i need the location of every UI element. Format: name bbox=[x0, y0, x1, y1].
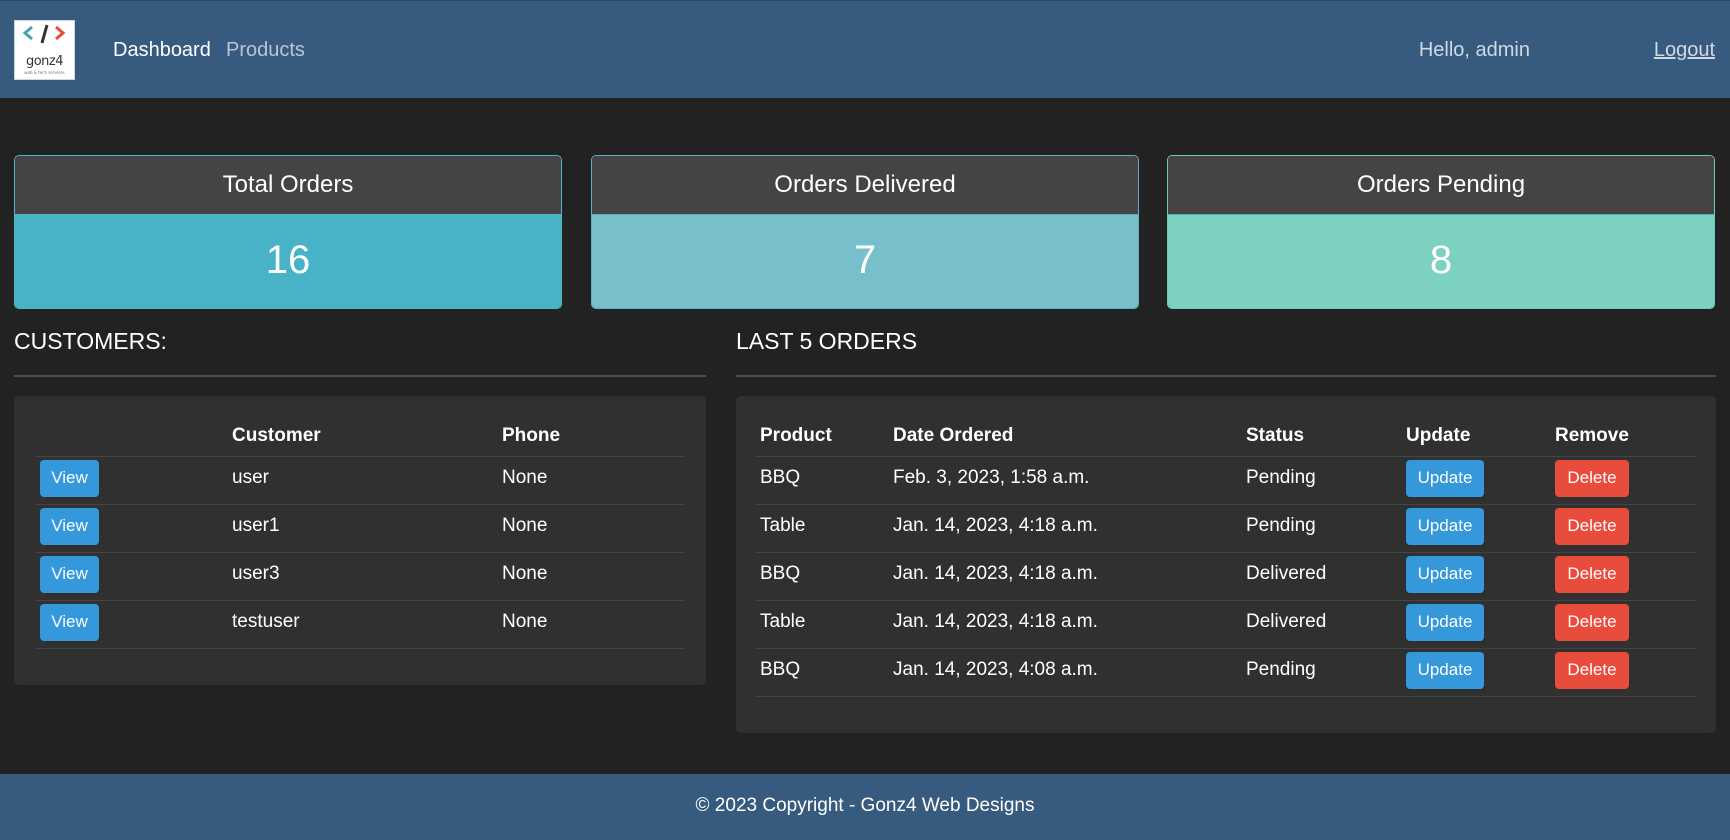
customer-phone: None bbox=[502, 456, 684, 505]
delete-order-button[interactable]: Delete bbox=[1555, 459, 1629, 497]
update-order-button[interactable]: Update bbox=[1406, 651, 1484, 689]
table-header-row: Customer Phone bbox=[36, 396, 684, 457]
column-header-remove: Remove bbox=[1555, 396, 1696, 457]
column-header-date: Date Ordered bbox=[893, 396, 1246, 457]
order-status: Pending bbox=[1246, 648, 1406, 697]
table-row: View user1 None bbox=[36, 504, 684, 553]
customer-name: user3 bbox=[232, 552, 502, 601]
stat-card-value: 7 bbox=[592, 215, 1138, 308]
table-row: View testuser None bbox=[36, 600, 684, 649]
order-status: Delivered bbox=[1246, 552, 1406, 601]
table-row: Table Jan. 14, 2023, 4:18 a.m. Delivered… bbox=[756, 600, 1696, 649]
stat-card-orders-delivered: Orders Delivered 7 bbox=[591, 155, 1139, 309]
nav-dashboard-link[interactable]: Dashboard bbox=[113, 39, 211, 61]
stat-card-orders-pending: Orders Pending 8 bbox=[1167, 155, 1715, 309]
customer-name: user bbox=[232, 456, 502, 505]
view-customer-button[interactable]: View bbox=[40, 507, 99, 545]
stat-card-total-orders: Total Orders 16 bbox=[14, 155, 562, 309]
order-product: BBQ bbox=[756, 648, 893, 697]
view-customer-button[interactable]: View bbox=[40, 603, 99, 641]
delete-order-button[interactable]: Delete bbox=[1555, 555, 1629, 593]
order-product: Table bbox=[756, 600, 893, 649]
user-greeting: Hello, admin bbox=[1418, 39, 1530, 61]
delete-order-button[interactable]: Delete bbox=[1555, 603, 1629, 641]
order-date: Jan. 14, 2023, 4:18 a.m. bbox=[893, 504, 1246, 553]
stat-card-value: 16 bbox=[15, 215, 561, 308]
order-status: Delivered bbox=[1246, 600, 1406, 649]
orders-divider bbox=[736, 375, 1716, 377]
copyright-text: © 2023 Copyright - Gonz4 Web Designs bbox=[695, 795, 1035, 816]
update-order-button[interactable]: Update bbox=[1406, 603, 1484, 641]
customer-phone: None bbox=[502, 600, 684, 649]
orders-table: Product Date Ordered Status Update Remov… bbox=[756, 396, 1696, 697]
nav-products-link[interactable]: Products bbox=[226, 39, 305, 61]
table-header-row: Product Date Ordered Status Update Remov… bbox=[756, 396, 1696, 457]
order-status: Pending bbox=[1246, 456, 1406, 505]
code-brackets-icon bbox=[22, 24, 66, 44]
order-product: BBQ bbox=[756, 552, 893, 601]
customers-divider bbox=[14, 375, 706, 377]
column-header-product: Product bbox=[756, 396, 893, 457]
customers-table: Customer Phone View user None View user1… bbox=[36, 396, 684, 649]
column-header-phone: Phone bbox=[502, 396, 684, 457]
footer: © 2023 Copyright - Gonz4 Web Designs bbox=[0, 774, 1730, 840]
order-product: BBQ bbox=[756, 456, 893, 505]
table-row: BBQ Jan. 14, 2023, 4:08 a.m. Pending Upd… bbox=[756, 648, 1696, 697]
logo-text: gonz4 bbox=[25, 54, 64, 69]
view-customer-button[interactable]: View bbox=[40, 459, 99, 497]
table-row: BBQ Feb. 3, 2023, 1:58 a.m. Pending Upda… bbox=[756, 456, 1696, 505]
customers-panel: Customer Phone View user None View user1… bbox=[14, 396, 706, 685]
stat-card-value: 8 bbox=[1168, 215, 1714, 308]
orders-panel: Product Date Ordered Status Update Remov… bbox=[736, 396, 1716, 733]
customer-phone: None bbox=[502, 552, 684, 601]
customer-name: user1 bbox=[232, 504, 502, 553]
order-product: Table bbox=[756, 504, 893, 553]
order-date: Feb. 3, 2023, 1:58 a.m. bbox=[893, 456, 1246, 505]
delete-order-button[interactable]: Delete bbox=[1555, 507, 1629, 545]
column-header-update: Update bbox=[1406, 396, 1555, 457]
logout-link[interactable]: Logout bbox=[1654, 39, 1715, 61]
table-row: Table Jan. 14, 2023, 4:18 a.m. Pending U… bbox=[756, 504, 1696, 553]
customers-heading: CUSTOMERS: bbox=[14, 328, 167, 354]
customer-phone: None bbox=[502, 504, 684, 553]
stat-card-title: Orders Delivered bbox=[592, 156, 1138, 215]
column-header bbox=[36, 396, 232, 457]
table-row: View user3 None bbox=[36, 552, 684, 601]
column-header-status: Status bbox=[1246, 396, 1406, 457]
order-date: Jan. 14, 2023, 4:18 a.m. bbox=[893, 552, 1246, 601]
orders-heading: LAST 5 ORDERS bbox=[736, 328, 918, 354]
table-row: View user None bbox=[36, 456, 684, 505]
update-order-button[interactable]: Update bbox=[1406, 507, 1484, 545]
navbar: gonz4 web & tech services Dashboard Prod… bbox=[0, 0, 1730, 98]
delete-order-button[interactable]: Delete bbox=[1555, 651, 1629, 689]
order-date: Jan. 14, 2023, 4:18 a.m. bbox=[893, 600, 1246, 649]
column-header-customer: Customer bbox=[232, 396, 502, 457]
table-row: BBQ Jan. 14, 2023, 4:18 a.m. Delivered U… bbox=[756, 552, 1696, 601]
order-date: Jan. 14, 2023, 4:08 a.m. bbox=[893, 648, 1246, 697]
order-status: Pending bbox=[1246, 504, 1406, 553]
stat-card-title: Total Orders bbox=[15, 156, 561, 215]
update-order-button[interactable]: Update bbox=[1406, 459, 1484, 497]
logo-subtext: web & tech services bbox=[24, 70, 65, 75]
customer-name: testuser bbox=[232, 600, 502, 649]
brand-logo[interactable]: gonz4 web & tech services bbox=[14, 20, 75, 80]
stat-card-title: Orders Pending bbox=[1168, 156, 1714, 215]
update-order-button[interactable]: Update bbox=[1406, 555, 1484, 593]
view-customer-button[interactable]: View bbox=[40, 555, 99, 593]
